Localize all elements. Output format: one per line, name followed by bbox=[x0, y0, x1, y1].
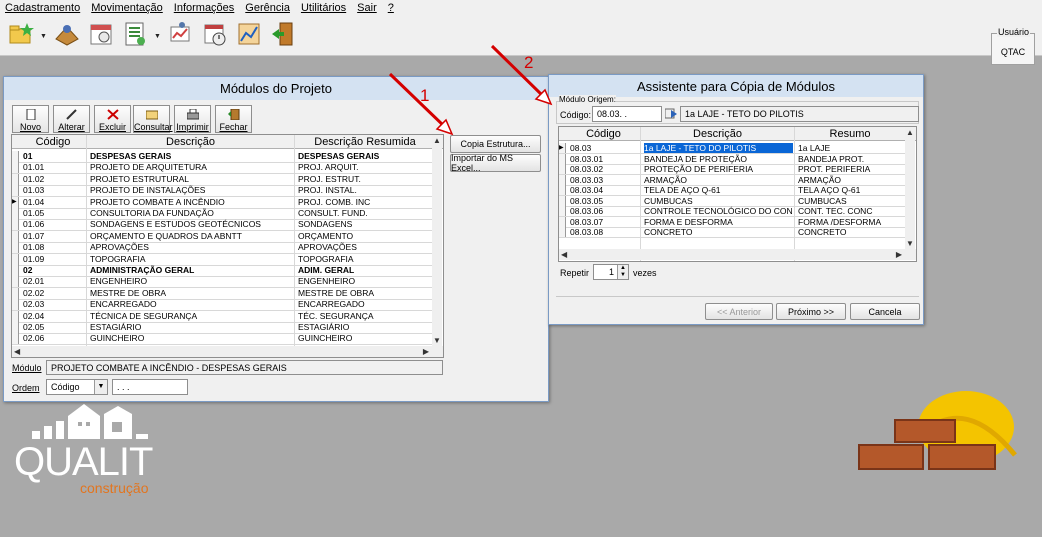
logo-sub: construção bbox=[80, 480, 149, 496]
annotation-label-2: 2 bbox=[524, 53, 533, 72]
bricks-helmet-icon bbox=[858, 391, 1017, 470]
annotation-label-1: 1 bbox=[420, 86, 429, 105]
logo-brand: QUALIT bbox=[14, 440, 153, 484]
qualit-logo: QUALIT construção bbox=[14, 404, 184, 496]
annotation-arrow-2 bbox=[490, 44, 553, 106]
house-skyline-icon bbox=[32, 404, 148, 439]
